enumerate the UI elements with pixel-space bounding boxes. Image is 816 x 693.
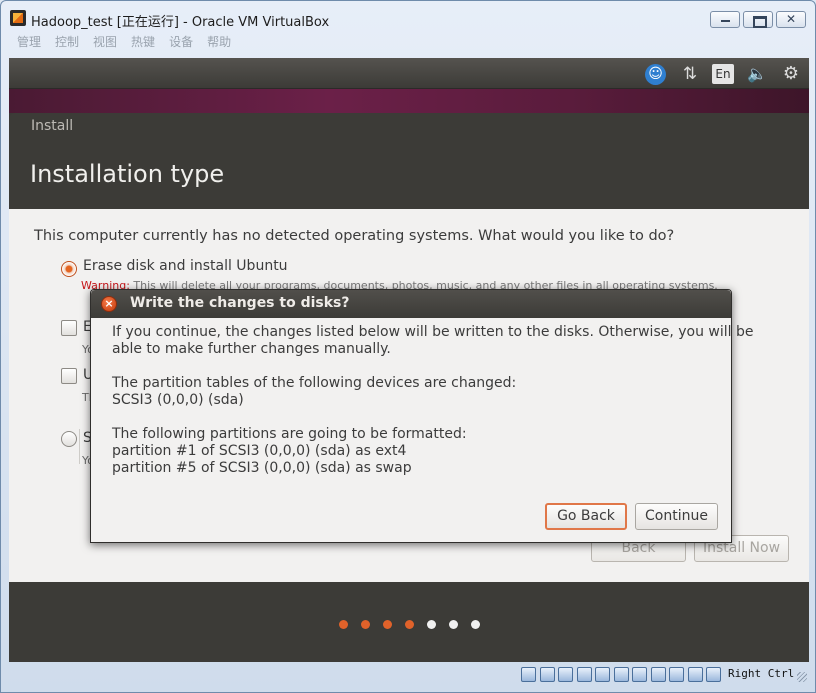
ubuntu-top-panel: ☺ ⇅ En 🔈 ⚙ <box>9 58 809 89</box>
changed-device: SCSI3 (0,0,0) (sda) <box>112 392 244 408</box>
progress-dot <box>449 620 458 629</box>
mouse-integration-icon[interactable] <box>687 667 703 682</box>
virtualbox-window: Hadoop_test [正在运行] - Oracle VM VirtualBo… <box>0 0 816 693</box>
dialog-title: Write the changes to disks? <box>130 295 350 311</box>
menu-hotkeys[interactable]: 热键 <box>131 33 155 53</box>
virtualbox-app-icon <box>10 10 26 26</box>
dialog-titlebar[interactable]: × Write the changes to disks? <box>91 290 731 318</box>
maximize-button[interactable] <box>743 11 773 28</box>
virtualbox-statusbar: Right Ctrl <box>9 664 809 686</box>
page-title: Installation type <box>30 160 225 188</box>
hard-disk-icon[interactable] <box>521 667 536 682</box>
options-separator <box>79 429 80 464</box>
formatted-partition-1: partition #1 of SCSI3 (0,0,0) (sda) as e… <box>112 443 407 459</box>
progress-dot <box>339 620 348 629</box>
menu-bar: 管理 控制 视图 热键 设备 帮助 <box>9 33 809 53</box>
erase-disk-label: Erase disk and install Ubuntu <box>83 258 288 274</box>
erase-disk-radio[interactable] <box>61 261 77 277</box>
go-back-button[interactable]: Go Back <box>545 503 627 530</box>
menu-devices[interactable]: 设备 <box>169 33 193 53</box>
menu-control[interactable]: 控制 <box>55 33 79 53</box>
close-window-button[interactable]: ✕ <box>776 11 806 28</box>
optical-drive-icon[interactable] <box>539 667 555 682</box>
write-changes-dialog: × Write the changes to disks? If you con… <box>90 289 754 543</box>
cpu-virtualization-icon[interactable] <box>669 667 684 682</box>
usb-icon[interactable] <box>595 667 610 682</box>
window-title: Hadoop_test [正在运行] - Oracle VM VirtualBo… <box>31 15 330 30</box>
progress-dot <box>427 620 436 629</box>
window-titlebar[interactable]: Hadoop_test [正在运行] - Oracle VM VirtualBo… <box>1 1 815 33</box>
continue-button[interactable]: Continue <box>635 503 718 530</box>
format-heading: The following partitions are going to be… <box>112 426 467 442</box>
accessibility-icon[interactable]: ☺ <box>645 64 666 85</box>
shared-folders-icon[interactable] <box>613 667 629 682</box>
installation-question: This computer currently has no detected … <box>34 228 675 244</box>
dialog-intro-line1: If you continue, the changes listed belo… <box>112 324 754 340</box>
formatted-partition-2: partition #5 of SCSI3 (0,0,0) (sda) as s… <box>112 460 412 476</box>
partition-tables-heading: The partition tables of the following de… <box>112 375 517 391</box>
audio-icon[interactable] <box>558 667 573 682</box>
display-icon[interactable] <box>632 667 647 682</box>
network-icon[interactable]: ⇅ <box>679 64 701 84</box>
dialog-close-icon[interactable]: × <box>101 296 117 312</box>
something-else-radio[interactable] <box>61 431 77 447</box>
installer-window-title: Install <box>31 118 74 134</box>
host-key-label: Right Ctrl <box>728 667 795 680</box>
menu-help[interactable]: 帮助 <box>207 33 231 53</box>
video-capture-icon[interactable] <box>650 667 666 682</box>
resize-grip-icon[interactable] <box>797 672 807 682</box>
network-adapter-icon[interactable] <box>576 667 592 682</box>
installer-header: Install Installation type <box>9 113 809 209</box>
progress-dot <box>361 620 370 629</box>
progress-dot <box>405 620 414 629</box>
volume-icon[interactable]: 🔈 <box>746 64 768 84</box>
close-icon: ✕ <box>785 12 797 26</box>
encrypt-checkbox[interactable] <box>61 320 77 336</box>
settings-icon[interactable]: ⚙ <box>780 64 802 84</box>
menu-view[interactable]: 视图 <box>93 33 117 53</box>
minimize-button[interactable] <box>710 11 740 28</box>
progress-dot <box>383 620 392 629</box>
desktop-background <box>9 89 809 113</box>
keyboard-capture-icon[interactable] <box>706 667 721 682</box>
keyboard-layout-icon[interactable]: En <box>712 64 734 84</box>
lvm-checkbox[interactable] <box>61 368 77 384</box>
progress-footer <box>9 582 809 662</box>
menu-machine[interactable]: 管理 <box>17 33 41 53</box>
dialog-intro-line2: able to make further changes manually. <box>112 341 391 357</box>
progress-dot <box>471 620 480 629</box>
